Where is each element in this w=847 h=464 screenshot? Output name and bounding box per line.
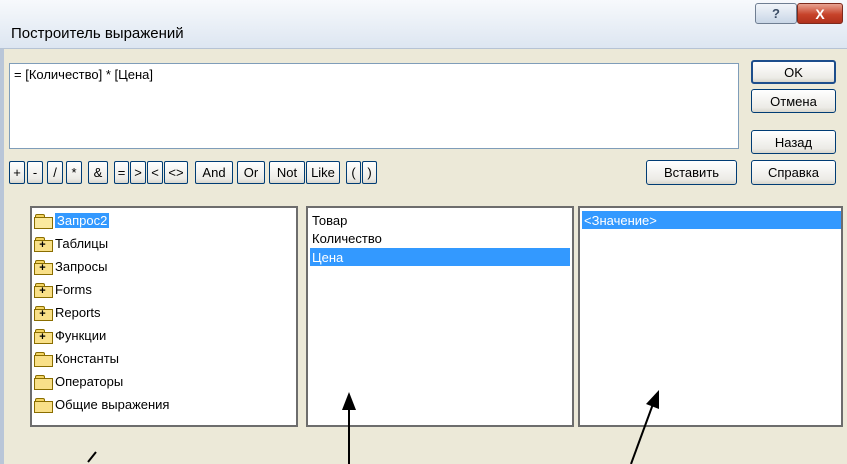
folder-plus-icon: + xyxy=(34,328,53,344)
folder-icon xyxy=(34,374,53,390)
operator-like-button[interactable]: Like xyxy=(306,161,340,184)
tree-item-tables[interactable]: + Таблицы xyxy=(34,233,108,253)
tree-item-label: Запрос2 xyxy=(55,212,110,228)
help-button[interactable]: Справка xyxy=(751,160,836,185)
folder-plus-icon: + xyxy=(34,236,53,252)
tree-item-query2[interactable]: Запрос2 xyxy=(34,210,110,230)
operator-close-paren-button[interactable]: ) xyxy=(362,161,377,184)
expression-textbox[interactable]: = [Количество] * [Цена] xyxy=(9,63,739,149)
close-icon: X xyxy=(815,5,825,22)
operator-less-button[interactable]: < xyxy=(147,161,163,184)
cancel-button[interactable]: Отмена xyxy=(751,89,836,113)
close-button[interactable]: X xyxy=(797,3,843,24)
tree-item-forms[interactable]: + Forms xyxy=(34,279,92,299)
operator-open-paren-button[interactable]: ( xyxy=(346,161,361,184)
title-bar[interactable]: Построитель выражений ? X xyxy=(0,0,847,49)
tree-item-label: Константы xyxy=(55,350,119,366)
operator-not-button[interactable]: Not xyxy=(269,161,305,184)
back-button[interactable]: Назад xyxy=(751,130,836,154)
tree-item-operators[interactable]: Операторы xyxy=(34,371,123,391)
operator-and-button[interactable]: And xyxy=(195,161,233,184)
folder-icon xyxy=(34,397,53,413)
insert-button[interactable]: Вставить xyxy=(646,160,737,185)
tree-item-label: Forms xyxy=(55,281,92,297)
open-folder-icon xyxy=(34,213,53,229)
list-item[interactable]: Количество xyxy=(312,229,382,247)
operator-or-button[interactable]: Or xyxy=(237,161,265,184)
tree-item-queries[interactable]: + Запросы xyxy=(34,256,107,276)
question-icon: ? xyxy=(772,6,780,21)
ok-button[interactable]: OK xyxy=(751,60,836,84)
operator-not-equal-button[interactable]: <> xyxy=(164,161,188,184)
fields-list-panel[interactable]: Товар Количество Цена xyxy=(306,206,574,427)
tree-item-label: Запросы xyxy=(55,258,108,274)
tree-item-constants[interactable]: Константы xyxy=(34,348,119,368)
operator-greater-button[interactable]: > xyxy=(130,161,146,184)
tree-item-functions[interactable]: + Функции xyxy=(34,325,106,345)
object-tree-panel[interactable]: Запрос2 + Таблицы + Запросы + Forms + Re… xyxy=(30,206,298,427)
help-title-button[interactable]: ? xyxy=(755,3,797,24)
window-border xyxy=(0,49,4,464)
tree-item-common-expressions[interactable]: Общие выражения xyxy=(34,394,169,414)
tree-item-label: Функции xyxy=(55,327,107,343)
list-item-selected[interactable]: <Значение> xyxy=(582,211,841,229)
operator-plus-button[interactable]: + xyxy=(9,161,25,184)
tree-item-label: Общие выражения xyxy=(55,396,170,412)
operator-multiply-button[interactable]: * xyxy=(66,161,82,184)
folder-plus-icon: + xyxy=(34,259,53,275)
tree-item-reports[interactable]: + Reports xyxy=(34,302,101,322)
operator-divide-button[interactable]: / xyxy=(47,161,63,184)
folder-icon xyxy=(34,351,53,367)
tree-item-label: Операторы xyxy=(55,373,124,389)
folder-plus-icon: + xyxy=(34,305,53,321)
values-list-panel[interactable]: <Значение> xyxy=(578,206,843,427)
tree-item-label: Таблицы xyxy=(55,235,109,251)
operator-concat-button[interactable]: & xyxy=(88,161,108,184)
expression-text: = [Количество] * [Цена] xyxy=(14,67,154,82)
window-title: Построитель выражений xyxy=(11,25,184,42)
list-item[interactable]: Товар xyxy=(312,211,347,229)
list-item-selected[interactable]: Цена xyxy=(310,248,570,266)
operator-equals-button[interactable]: = xyxy=(114,161,129,184)
operator-minus-button[interactable]: - xyxy=(27,161,43,184)
tree-item-label: Reports xyxy=(55,304,101,320)
folder-plus-icon: + xyxy=(34,282,53,298)
